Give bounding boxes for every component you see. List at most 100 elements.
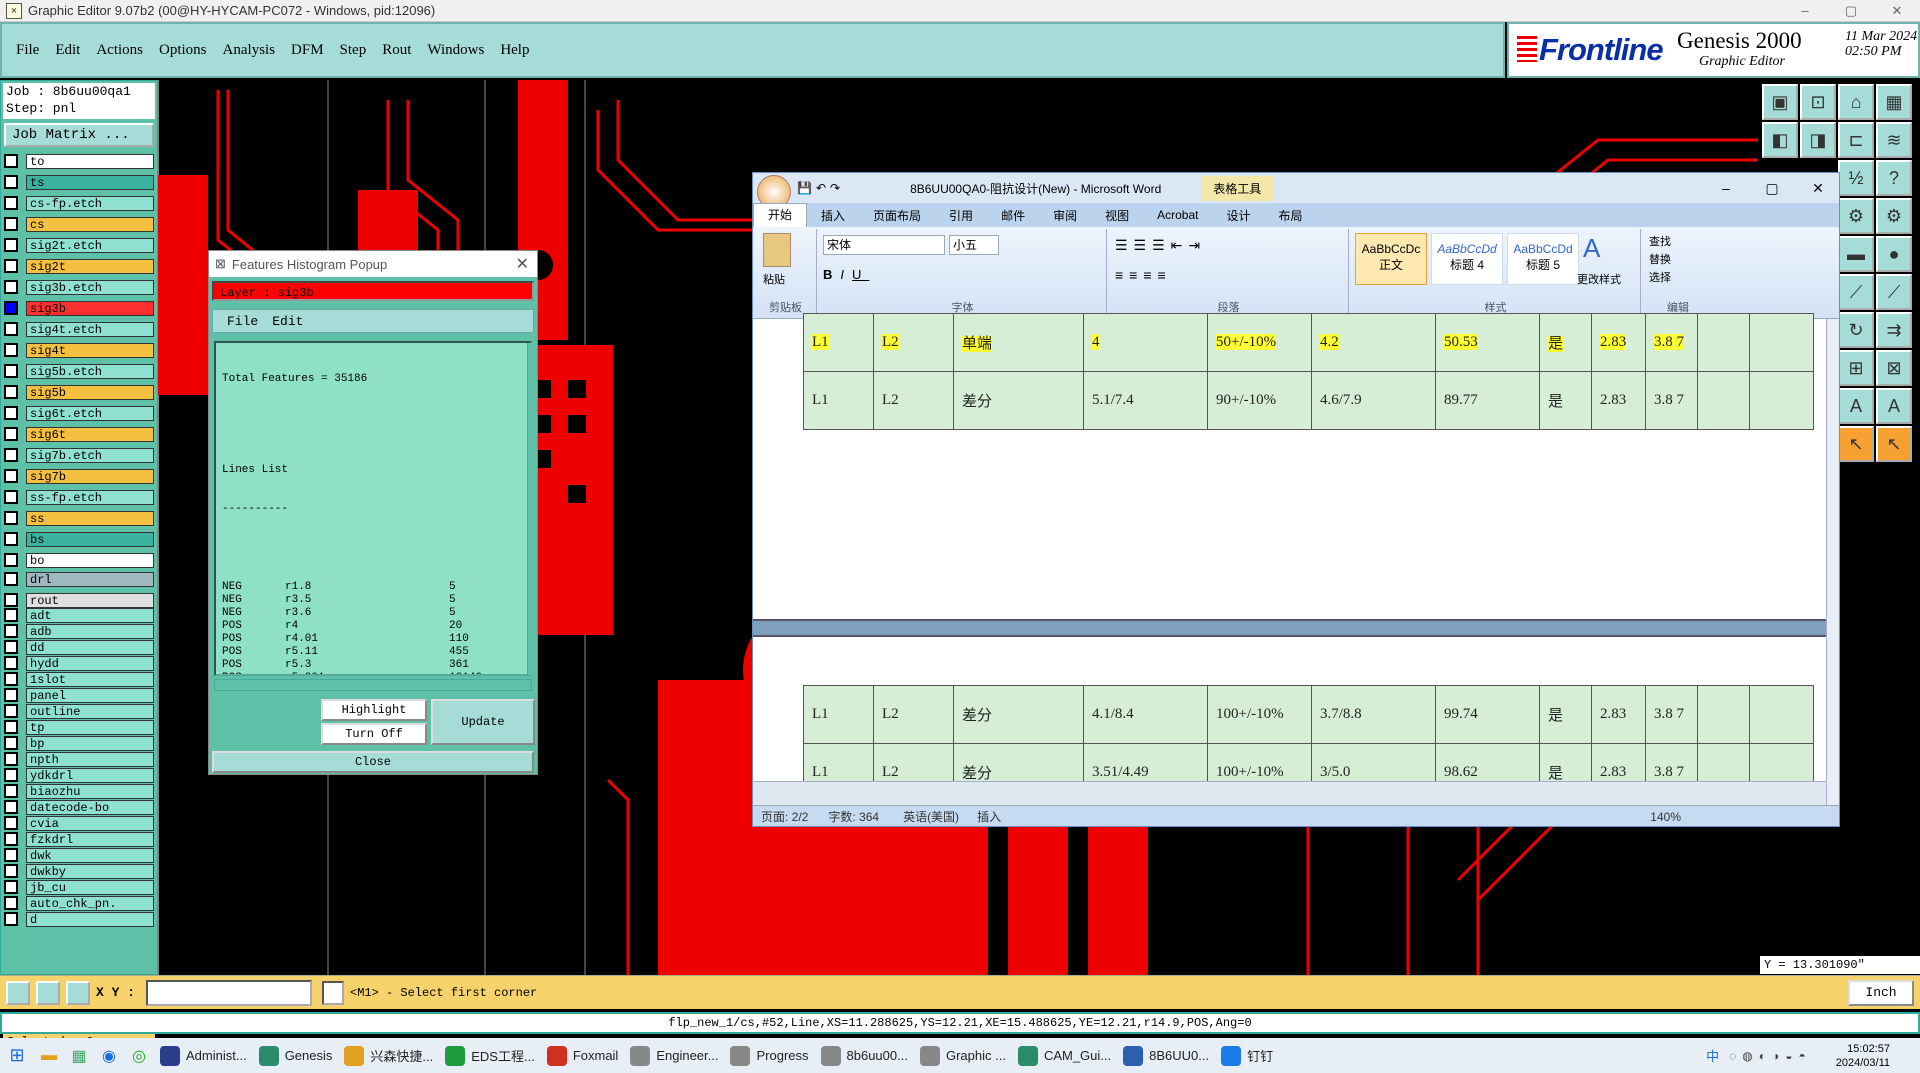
layer-name[interactable]: rout bbox=[26, 592, 154, 608]
table-cell[interactable]: 2.83 bbox=[1591, 313, 1646, 372]
taskbar-app[interactable]: 8b6uu00... bbox=[815, 1038, 914, 1073]
layer-checkbox[interactable] bbox=[4, 768, 18, 782]
layer-name[interactable]: cs-fp.etch bbox=[26, 195, 154, 211]
table-cell[interactable] bbox=[1749, 685, 1814, 744]
layer-name[interactable]: outline bbox=[26, 703, 154, 719]
ribbon-tab[interactable]: 设计 bbox=[1212, 207, 1264, 224]
layer-row[interactable]: sig6t bbox=[4, 426, 154, 442]
table-cell[interactable]: 2.83 bbox=[1591, 371, 1646, 430]
ribbon-tab[interactable]: 页面布局 bbox=[859, 207, 935, 224]
layer-name[interactable]: drl bbox=[26, 571, 154, 587]
layer-checkbox[interactable] bbox=[4, 490, 18, 504]
table-cell[interactable]: 2.83 bbox=[1591, 685, 1646, 744]
taskbar-app[interactable]: 钉钉 bbox=[1215, 1038, 1279, 1073]
layer-checkbox[interactable] bbox=[4, 672, 18, 686]
paste-icon[interactable] bbox=[763, 233, 791, 267]
table-cell[interactable]: L1 bbox=[803, 685, 874, 744]
table-cell[interactable]: 3.8 7 bbox=[1645, 685, 1698, 744]
layer-row[interactable]: tp bbox=[4, 719, 154, 735]
table-cell[interactable]: 差分 bbox=[953, 685, 1084, 744]
table-cell[interactable] bbox=[1697, 685, 1750, 744]
status-page[interactable]: 页面: 2/2 bbox=[761, 808, 808, 825]
close-button[interactable]: ✕ bbox=[1874, 3, 1920, 19]
pointer-icon-2[interactable]: ↖ bbox=[1876, 426, 1912, 462]
menu-analysis[interactable]: Analysis bbox=[223, 42, 276, 59]
cmd-cursor-icon[interactable] bbox=[322, 981, 344, 1005]
ribbon-tab[interactable]: 邮件 bbox=[987, 207, 1039, 224]
table-cell[interactable]: 差分 bbox=[953, 371, 1084, 430]
align-icons[interactable]: ≡≡≡≡ bbox=[1115, 267, 1172, 283]
table-cell[interactable]: 单端 bbox=[953, 313, 1084, 372]
taskbar-app[interactable]: Graphic ... bbox=[914, 1038, 1012, 1073]
layer-checkbox[interactable] bbox=[4, 848, 18, 862]
table-cell[interactable] bbox=[1749, 313, 1814, 372]
tool-icon-12[interactable]: ⚙ bbox=[1876, 198, 1912, 234]
ime-indicator[interactable]: 中 bbox=[1706, 1046, 1719, 1065]
table-cell[interactable]: 4 bbox=[1083, 313, 1208, 372]
layer-name[interactable]: sig4t bbox=[26, 342, 154, 358]
layer-name[interactable]: sig3b bbox=[26, 300, 154, 316]
histogram-row[interactable]: NEG r3.6 5 bbox=[222, 607, 524, 620]
update-button[interactable]: Update bbox=[431, 699, 535, 745]
word-vertical-scrollbar[interactable] bbox=[1826, 319, 1839, 805]
help-icon[interactable]: ? bbox=[1876, 160, 1912, 196]
popup-close-icon[interactable]: ✕ bbox=[516, 254, 529, 274]
layer-row[interactable]: fzkdrl bbox=[4, 831, 154, 847]
tray-icons[interactable]: ◌◍◐◑◒◓ bbox=[1729, 1049, 1812, 1063]
word-maximize-button[interactable]: ▢ bbox=[1749, 180, 1795, 197]
tool-icon-13[interactable]: ▬ bbox=[1838, 236, 1874, 272]
table-cell[interactable]: L1 bbox=[803, 371, 874, 430]
layer-name[interactable]: ydkdrl bbox=[26, 767, 154, 783]
layer-checkbox[interactable] bbox=[4, 448, 18, 462]
word-minimize-button[interactable]: – bbox=[1703, 180, 1749, 196]
layer-name[interactable]: sig5b bbox=[26, 384, 154, 400]
layer-row[interactable]: ss-fp.etch bbox=[4, 489, 154, 505]
layer-checkbox[interactable] bbox=[4, 704, 18, 718]
layer-checkbox[interactable] bbox=[4, 511, 18, 525]
popup-menu-file[interactable]: File bbox=[227, 314, 258, 329]
table-cell[interactable]: 3.7/8.8 bbox=[1311, 685, 1436, 744]
layer-checkbox[interactable] bbox=[4, 322, 18, 336]
layer-checkbox[interactable] bbox=[4, 364, 18, 378]
layer-row[interactable]: dd bbox=[4, 639, 154, 655]
taskbar-app[interactable]: Genesis bbox=[253, 1038, 339, 1073]
job-matrix-button[interactable]: Job Matrix ... bbox=[4, 123, 154, 147]
table-cell[interactable]: 3.8 7 bbox=[1645, 313, 1698, 372]
table-cell[interactable]: 是 bbox=[1539, 371, 1592, 430]
layer-checkbox[interactable] bbox=[4, 896, 18, 910]
menu-rout[interactable]: Rout bbox=[382, 42, 411, 59]
table-cell[interactable]: 89.77 bbox=[1435, 371, 1540, 430]
histogram-row[interactable]: POS r4.01 110 bbox=[222, 633, 524, 646]
layer-row[interactable]: ydkdrl bbox=[4, 767, 154, 783]
layer-row[interactable]: cs-fp.etch bbox=[4, 195, 154, 211]
layer-name[interactable]: bo bbox=[26, 552, 154, 568]
tool-icon-9[interactable]: ½ bbox=[1838, 160, 1874, 196]
cmd-tool-icon-3[interactable] bbox=[66, 981, 90, 1005]
layer-checkbox[interactable] bbox=[4, 912, 18, 926]
histogram-row[interactable]: POSr5.30118140 bbox=[222, 672, 524, 674]
tool-icon-21[interactable]: A bbox=[1838, 388, 1874, 424]
layer-name[interactable]: jb_cu bbox=[26, 879, 154, 895]
undo-icon[interactable]: ↶ bbox=[816, 181, 826, 195]
menu-options[interactable]: Options bbox=[159, 42, 207, 59]
layer-name[interactable]: sig6t.etch bbox=[26, 405, 154, 421]
table-cell[interactable]: 50+/-10% bbox=[1207, 313, 1312, 372]
font-name-select[interactable]: 宋体 bbox=[823, 235, 945, 255]
layer-checkbox[interactable] bbox=[4, 427, 18, 441]
find-command[interactable]: 查找 bbox=[1649, 233, 1671, 251]
turn-off-button[interactable]: Turn Off bbox=[321, 723, 427, 745]
layer-checkbox[interactable] bbox=[4, 816, 18, 830]
layer-checkbox[interactable] bbox=[4, 196, 18, 210]
layer-row[interactable]: sig2t.etch bbox=[4, 237, 154, 253]
layer-name[interactable]: panel bbox=[26, 687, 154, 703]
histogram-row[interactable]: POS r4 20 bbox=[222, 620, 524, 633]
change-style-label[interactable]: 更改样式 bbox=[1577, 271, 1621, 287]
redo-icon[interactable]: ↷ bbox=[830, 181, 840, 195]
tool-icon-18[interactable]: ⇉ bbox=[1876, 312, 1912, 348]
layer-checkbox[interactable] bbox=[4, 752, 18, 766]
layer-row[interactable]: 1slot bbox=[4, 671, 154, 687]
layer-name[interactable]: sig2t bbox=[26, 258, 154, 274]
menu-edit[interactable]: Edit bbox=[55, 42, 80, 59]
layer-row[interactable]: dwk bbox=[4, 847, 154, 863]
layer-row[interactable]: outline bbox=[4, 703, 154, 719]
